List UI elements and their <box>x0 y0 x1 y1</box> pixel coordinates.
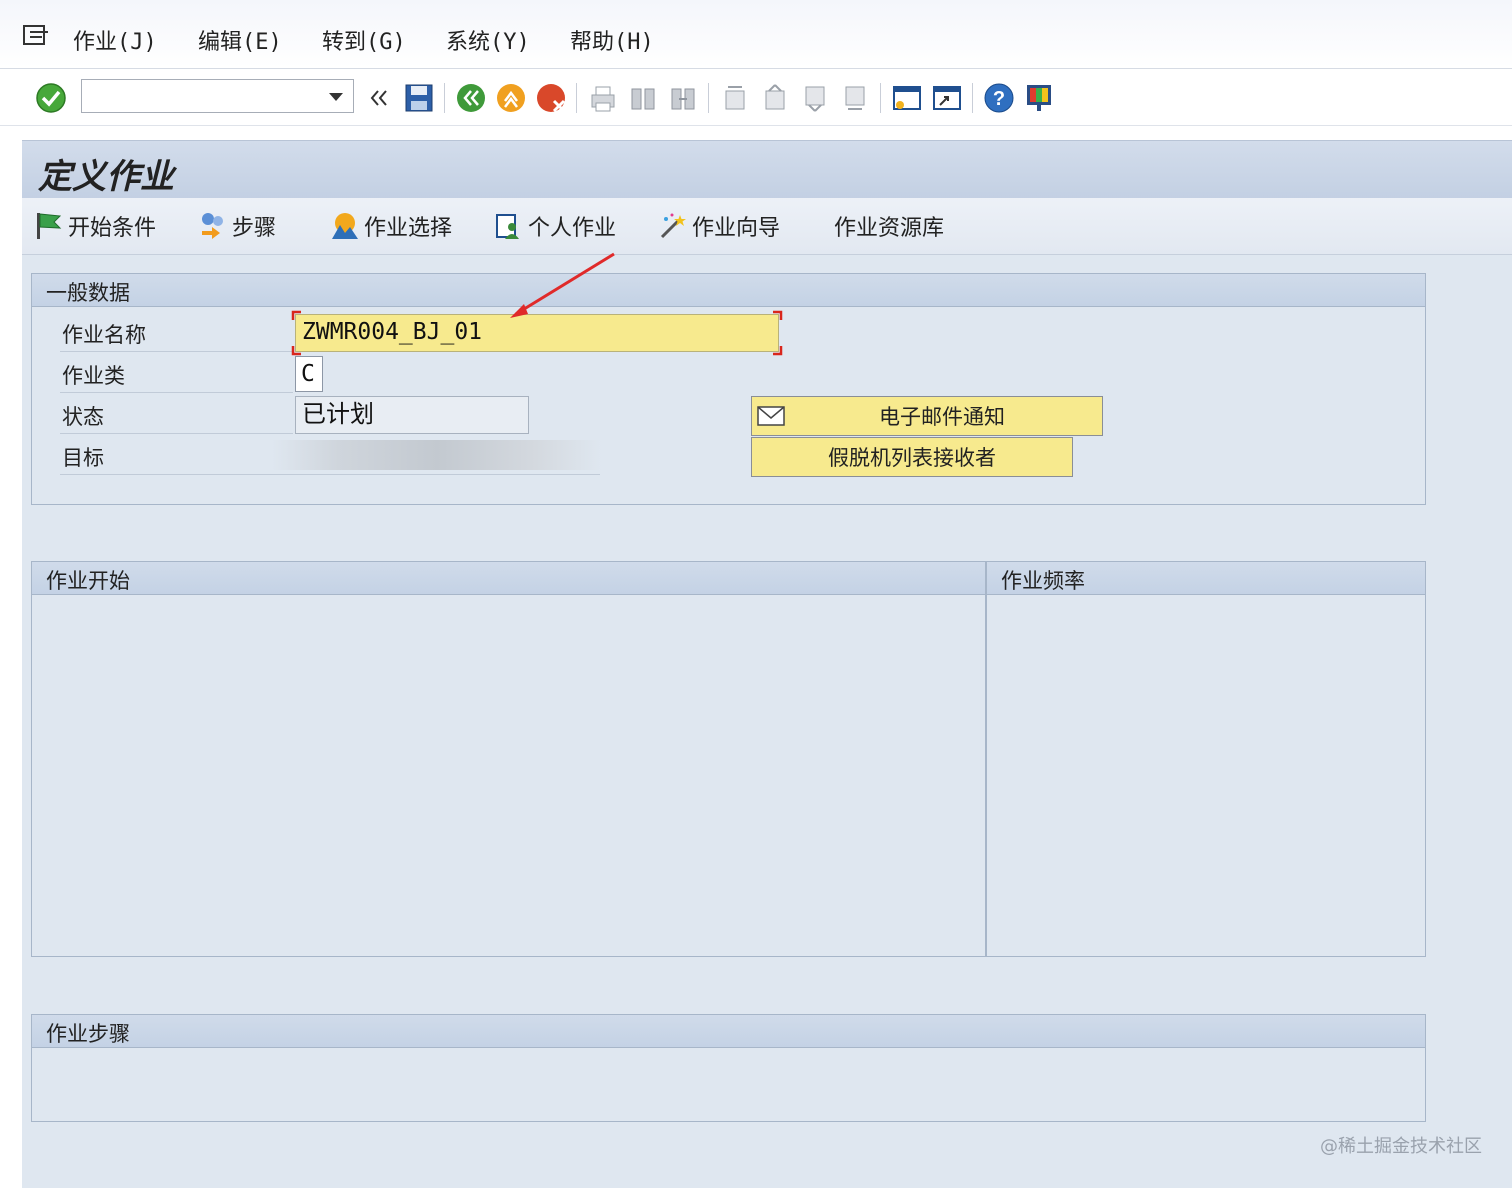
save-icon[interactable] <box>402 81 436 115</box>
create-session-icon[interactable] <box>890 81 924 115</box>
find-next-icon[interactable] <box>666 81 700 115</box>
title-bar: 定义作业 <box>22 140 1512 199</box>
job-class-input[interactable]: C <box>295 356 323 392</box>
group-title: 作业频率 <box>1001 569 1085 593</box>
group-header: 作业步骤 <box>32 1015 1425 1048</box>
main-area: 定义作业 开始条件 步骤 作业选择 个人作业 作业向导 作业资源库 一般数据 作… <box>22 140 1512 1188</box>
cancel-icon[interactable] <box>534 81 568 115</box>
find-icon[interactable] <box>626 81 660 115</box>
group-title: 作业开始 <box>46 569 130 593</box>
window-menu-icon[interactable] <box>22 24 50 48</box>
menu-job[interactable]: 作业(J) <box>73 24 157 56</box>
svg-text:?: ? <box>993 88 1005 110</box>
check-icon[interactable] <box>34 81 68 115</box>
magic-wand-icon <box>660 213 686 239</box>
group-title: 一般数据 <box>46 281 130 305</box>
menu-edit[interactable]: 编辑(E) <box>198 24 282 56</box>
previous-page-icon[interactable] <box>758 81 792 115</box>
print-icon[interactable] <box>586 81 620 115</box>
status-label: 状态 <box>62 405 104 429</box>
target-label: 目标 <box>62 446 104 470</box>
back-icon[interactable] <box>454 81 488 115</box>
status-field: 已计划 <box>295 396 529 434</box>
group-header: 作业频率 <box>987 562 1425 595</box>
job-steps-group: 作业步骤 <box>31 1014 1426 1122</box>
chevron-down-icon[interactable] <box>329 93 343 101</box>
divider <box>60 474 600 475</box>
exit-icon[interactable] <box>494 81 528 115</box>
menu-help[interactable]: 帮助(H) <box>570 24 654 56</box>
toolbar-separator <box>444 83 445 113</box>
job-name-label: 作业名称 <box>62 323 146 347</box>
job-repository-button[interactable]: 作业资源库 <box>834 208 944 244</box>
menu-bar: 作业(J) 编辑(E) 转到(G) 系统(Y) 帮助(H) <box>0 0 1512 69</box>
user-jobs-icon <box>496 214 519 239</box>
toolbar-separator <box>576 83 577 113</box>
start-condition-button[interactable]: 开始条件 <box>34 208 156 244</box>
help-icon[interactable]: ? <box>982 81 1016 115</box>
envelope-icon <box>757 406 785 426</box>
target-field-blurred <box>272 440 602 470</box>
back-double-arrow-icon[interactable] <box>364 81 398 115</box>
job-selection-button[interactable]: 作业选择 <box>330 208 452 244</box>
divider <box>60 433 293 434</box>
toolbar-separator <box>880 83 881 113</box>
job-frequency-group: 作业频率 <box>986 561 1426 957</box>
annotation-arrow <box>510 252 615 318</box>
command-field[interactable] <box>81 79 354 113</box>
mountain-selection-icon <box>332 213 358 239</box>
group-header: 作业开始 <box>32 562 985 595</box>
watermark: @稀土掘金技术社区 <box>1320 1136 1482 1157</box>
application-toolbar: 开始条件 步骤 作业选择 个人作业 作业向导 作业资源库 <box>22 198 1512 255</box>
job-class-label: 作业类 <box>62 364 125 388</box>
own-jobs-button[interactable]: 个人作业 <box>494 208 616 244</box>
first-page-icon[interactable] <box>718 81 752 115</box>
next-page-icon[interactable] <box>798 81 832 115</box>
menu-goto[interactable]: 转到(G) <box>322 24 406 56</box>
standard-toolbar: ? <box>0 69 1512 126</box>
steps-button[interactable]: 步骤 <box>198 208 276 244</box>
spool-list-recipient-button[interactable]: 假脱机列表接收者 <box>751 437 1073 477</box>
page-title: 定义作业 <box>38 157 174 197</box>
shortcut-icon[interactable] <box>930 81 964 115</box>
general-data-group: 一般数据 作业名称 ZWMR004_BJ_01 作业类 C 状态 已计划 目标 … <box>31 273 1426 505</box>
email-notification-button[interactable]: 电子邮件通知 <box>751 396 1103 436</box>
menu-system[interactable]: 系统(Y) <box>446 24 530 56</box>
group-header: 一般数据 <box>32 274 1425 307</box>
flag-icon <box>37 213 62 239</box>
divider <box>60 351 293 352</box>
group-title: 作业步骤 <box>46 1022 130 1046</box>
job-start-group: 作业开始 <box>31 561 986 957</box>
steps-icon <box>202 213 223 239</box>
job-wizard-button[interactable]: 作业向导 <box>658 208 780 244</box>
divider <box>60 392 293 393</box>
toolbar-separator <box>972 83 973 113</box>
last-page-icon[interactable] <box>838 81 872 115</box>
toolbar-separator <box>708 83 709 113</box>
customize-layout-icon[interactable] <box>1022 81 1056 115</box>
